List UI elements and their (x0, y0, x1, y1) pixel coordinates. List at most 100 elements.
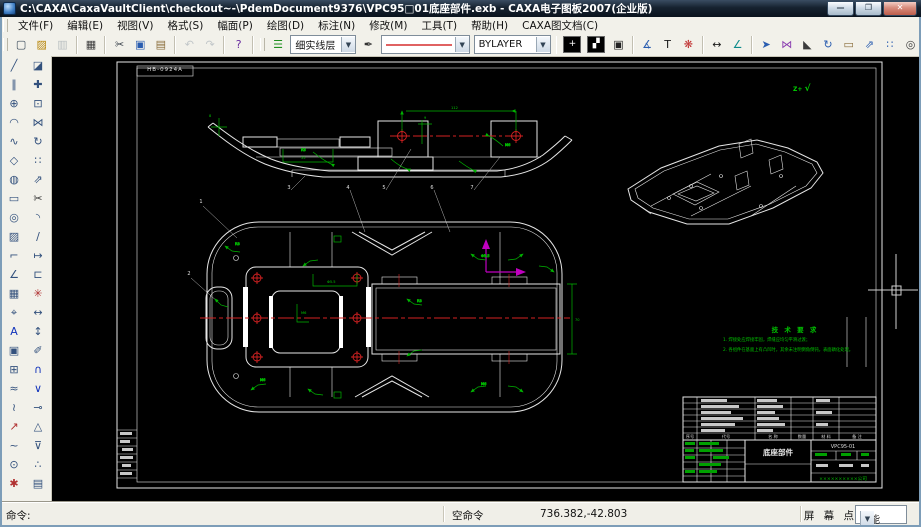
smart-dim-icon[interactable]: ∠ (728, 36, 747, 54)
menu-item-7[interactable]: 修改(M) (362, 18, 414, 33)
toolbar-grip[interactable] (3, 38, 8, 51)
menu-item-8[interactable]: 工具(T) (414, 18, 464, 33)
angle-line-icon[interactable]: ∠ (2, 265, 26, 284)
layer-combo[interactable]: 细实线层▼ (290, 35, 356, 54)
text-tool-icon[interactable]: T (658, 36, 677, 54)
text-icon[interactable]: A (2, 322, 26, 341)
center-mark-icon[interactable]: ⌖ (2, 303, 26, 322)
scale-icon[interactable]: ⇗ (860, 36, 879, 54)
minimize-icon[interactable]: — (827, 1, 854, 16)
close-icon[interactable]: ✕ (883, 1, 917, 16)
poly-n-icon[interactable]: ∩ (26, 360, 50, 379)
drawing-canvas[interactable]: 112 9 55 8 R3 M6 3 4 5 6 7 1 2 (51, 56, 918, 503)
block-edit-icon[interactable]: ▭ (839, 36, 858, 54)
parallel-line-icon[interactable]: ∥ (2, 75, 26, 94)
print-icon[interactable]: ▦ (82, 36, 101, 54)
circle-icon[interactable]: ⊕ (2, 94, 26, 113)
move-icon[interactable]: ✚ (26, 75, 50, 94)
explode-icon[interactable]: ✳ (26, 284, 50, 303)
menu-item-1[interactable]: 编辑(E) (60, 18, 110, 33)
menu-item-2[interactable]: 视图(V) (110, 18, 160, 33)
chevron-down-icon[interactable]: ▼ (455, 37, 469, 52)
fillet-icon[interactable]: ◝ (26, 208, 50, 227)
command-prompt[interactable]: 命令: (6, 508, 31, 523)
rectangle-icon[interactable]: ▭ (2, 189, 26, 208)
dim-vertical-icon[interactable]: ↕ (26, 322, 50, 341)
arrow-icon[interactable]: ↗ (2, 417, 26, 436)
cloud-line-icon[interactable]: ~ (2, 436, 26, 455)
snap-mode-combo[interactable]: 智能 ▼ (855, 505, 907, 524)
insert-block-icon[interactable]: ⊞ (2, 360, 26, 379)
zoom-dynamic-icon[interactable]: ▞ (587, 36, 605, 53)
gear-icon[interactable]: ✱ (2, 474, 26, 493)
scale-entity-icon[interactable]: ⇗ (26, 170, 50, 189)
menu-item-9[interactable]: 帮助(H) (464, 18, 515, 33)
trim-icon[interactable]: ➤ (757, 36, 776, 54)
undo-icon[interactable]: ↶ (180, 36, 199, 54)
polyline-icon[interactable]: ⌐ (2, 246, 26, 265)
redo-icon[interactable]: ↷ (201, 36, 220, 54)
arc-icon[interactable]: ◠ (2, 113, 26, 132)
menu-item-0[interactable]: 文件(F) (11, 18, 60, 33)
render-settings-icon[interactable]: ❋ (679, 36, 698, 54)
hatch-icon[interactable]: ▨ (2, 227, 26, 246)
maximize-icon[interactable]: ❐ (855, 1, 882, 16)
layers-icon[interactable]: ☰ (269, 36, 288, 54)
array-icon[interactable]: ∷ (881, 36, 900, 54)
poly-v-icon[interactable]: ∨ (26, 379, 50, 398)
open-icon[interactable]: ▨ (32, 36, 51, 54)
ellipse-icon[interactable]: ◍ (2, 170, 26, 189)
rotate-entity-icon[interactable]: ↻ (26, 132, 50, 151)
rotate-icon[interactable]: ↻ (819, 36, 838, 54)
brush-icon[interactable]: ✐ (26, 341, 50, 360)
chevron-down-icon[interactable]: ▼ (536, 37, 550, 52)
zoom-window-icon[interactable]: ▣ (609, 36, 628, 54)
new-icon[interactable]: ▢ (12, 36, 31, 54)
menu-item-5[interactable]: 绘图(D) (260, 18, 311, 33)
extend-icon[interactable]: ↦ (26, 246, 50, 265)
cut-icon[interactable]: ✂ (110, 36, 129, 54)
scatter-icon[interactable]: ∴ (26, 455, 50, 474)
trim-entity-icon[interactable]: ∕ (26, 227, 50, 246)
grid-icon[interactable]: ▦ (2, 284, 26, 303)
menu-item-6[interactable]: 标注(N) (311, 18, 362, 33)
angle-measure-icon[interactable]: ∡ (638, 36, 657, 54)
view-refresh-icon[interactable]: ◎ (901, 36, 920, 54)
spline-icon[interactable]: ∿ (2, 132, 26, 151)
magnify-icon[interactable]: ⊙ (2, 455, 26, 474)
dim-horizontal-icon[interactable]: ↔ (26, 303, 50, 322)
cut-entity-icon[interactable]: ✂ (26, 189, 50, 208)
chevron-down-icon[interactable]: ▼ (860, 511, 874, 526)
copy-icon[interactable]: ▣ (131, 36, 150, 54)
menu-item-10[interactable]: CAXA图文档(C) (515, 18, 605, 33)
menu-grip[interactable] (3, 19, 8, 32)
donut-icon[interactable]: ◎ (2, 208, 26, 227)
layer-move-icon[interactable]: ⊽ (26, 436, 50, 455)
chevron-down-icon[interactable]: ▼ (341, 37, 355, 52)
block-make-icon[interactable]: △ (26, 417, 50, 436)
raster-icon[interactable]: ▤ (26, 474, 50, 493)
chamfer-icon[interactable]: ◣ (798, 36, 817, 54)
line-icon[interactable]: ╱ (2, 56, 26, 75)
copy-entity-icon[interactable]: ⊡ (26, 94, 50, 113)
linear-dim-icon[interactable]: ↔ (708, 36, 727, 54)
dim-edit-icon[interactable]: ⊸ (26, 398, 50, 417)
wave-line-icon[interactable]: ≈ (2, 379, 26, 398)
mirror-icon[interactable]: ⋈ (777, 36, 796, 54)
mirror-entity-icon[interactable]: ⋈ (26, 113, 50, 132)
line-style-icon[interactable]: ✒ (359, 36, 378, 54)
line-width-combo[interactable]: ▼ (381, 35, 470, 54)
color-combo[interactable]: BYLAYER▼ (474, 35, 551, 54)
erase-icon[interactable]: ◪ (26, 56, 50, 75)
menu-item-3[interactable]: 格式(S) (160, 18, 210, 33)
stretch-icon[interactable]: ⊏ (26, 265, 50, 284)
paste-icon[interactable]: ▤ (152, 36, 171, 54)
array-entity-icon[interactable]: ∷ (26, 151, 50, 170)
help-icon[interactable]: ? (229, 36, 248, 54)
menu-item-4[interactable]: 幅面(P) (210, 18, 260, 33)
save-icon[interactable]: ▥ (53, 36, 72, 54)
zoom-fit-icon[interactable]: + (563, 36, 581, 53)
toolbar-grip[interactable] (260, 38, 265, 51)
zigzag-line-icon[interactable]: ≀ (2, 398, 26, 417)
polygon-icon[interactable]: ◇ (2, 151, 26, 170)
